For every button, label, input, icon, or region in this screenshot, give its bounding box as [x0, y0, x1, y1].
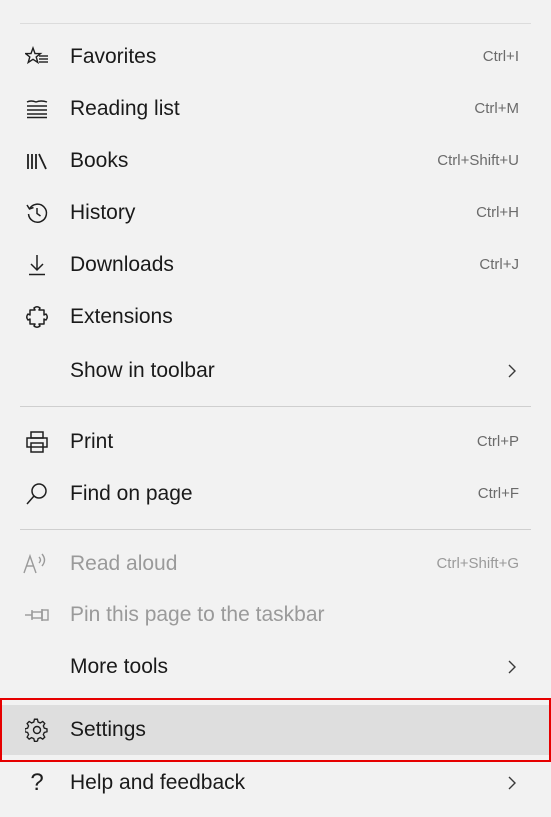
menu-item-shortcut: Ctrl+I [482, 48, 519, 65]
menu-item-label: Find on page [70, 482, 193, 505]
menu-item-favorites[interactable]: Favorites Ctrl+I [0, 32, 551, 82]
menu-item-shortcut: Ctrl+P [476, 433, 519, 450]
printer-icon [22, 417, 52, 467]
menu-item-show-in-toolbar[interactable]: Show in toolbar [0, 346, 551, 396]
search-icon [22, 469, 52, 519]
menu-item-label: Read aloud [70, 552, 178, 575]
history-clock-icon [22, 188, 52, 238]
menu-item-label: Books [70, 149, 129, 172]
menu-item-shortcut: Ctrl+M [474, 100, 519, 117]
menu-item-print[interactable]: Print Ctrl+P [0, 417, 551, 467]
menu-item-more-tools[interactable]: More tools [0, 642, 551, 692]
menu-item-shortcut: Ctrl+J [479, 256, 519, 273]
menu-item-read-aloud: Read aloud Ctrl+Shift+G [0, 539, 551, 589]
menu-item-settings[interactable]: Settings [0, 705, 551, 755]
menu-item-pin-to-taskbar: Pin this page to the taskbar [0, 590, 551, 640]
menu-item-help-and-feedback[interactable]: ? Help and feedback [0, 758, 551, 808]
menu-item-label: Help and feedback [70, 771, 246, 794]
menu-top-divider [20, 23, 531, 24]
reading-list-icon [22, 84, 52, 134]
menu-item-label: Settings [70, 718, 146, 741]
download-arrow-icon [22, 240, 52, 290]
more-menu: Favorites Ctrl+I Reading list Ctrl+M Boo… [0, 0, 551, 817]
favorites-star-list-icon [22, 32, 52, 82]
menu-separator [20, 406, 531, 407]
chevron-right-icon [505, 758, 519, 808]
menu-item-label: Show in toolbar [70, 359, 215, 382]
menu-item-downloads[interactable]: Downloads Ctrl+J [0, 240, 551, 290]
gear-icon [22, 705, 52, 755]
books-icon [22, 136, 52, 186]
chevron-right-icon [505, 346, 519, 396]
menu-item-label: Print [70, 430, 114, 453]
question-mark-icon: ? [30, 769, 44, 796]
menu-item-shortcut: Ctrl+Shift+U [437, 152, 519, 169]
menu-item-shortcut: Ctrl+H [476, 204, 519, 221]
menu-item-label: Downloads [70, 253, 174, 276]
read-aloud-icon [22, 539, 52, 589]
menu-item-reading-list[interactable]: Reading list Ctrl+M [0, 84, 551, 134]
menu-item-extensions[interactable]: Extensions [0, 292, 551, 342]
menu-item-label: Reading list [70, 97, 180, 120]
menu-item-shortcut: Ctrl+Shift+G [436, 555, 519, 572]
extensions-puzzle-icon [22, 292, 52, 342]
chevron-right-icon [505, 642, 519, 692]
menu-item-label: More tools [70, 655, 169, 678]
menu-item-label: Favorites [70, 45, 157, 68]
menu-item-label: History [70, 201, 136, 224]
menu-item-find-on-page[interactable]: Find on page Ctrl+F [0, 469, 551, 519]
menu-item-books[interactable]: Books Ctrl+Shift+U [0, 136, 551, 186]
pin-icon [22, 590, 52, 640]
menu-item-history[interactable]: History Ctrl+H [0, 188, 551, 238]
menu-separator [20, 529, 531, 530]
menu-item-shortcut: Ctrl+F [477, 485, 519, 502]
menu-item-label: Extensions [70, 305, 173, 328]
menu-item-label: Pin this page to the taskbar [70, 603, 325, 626]
